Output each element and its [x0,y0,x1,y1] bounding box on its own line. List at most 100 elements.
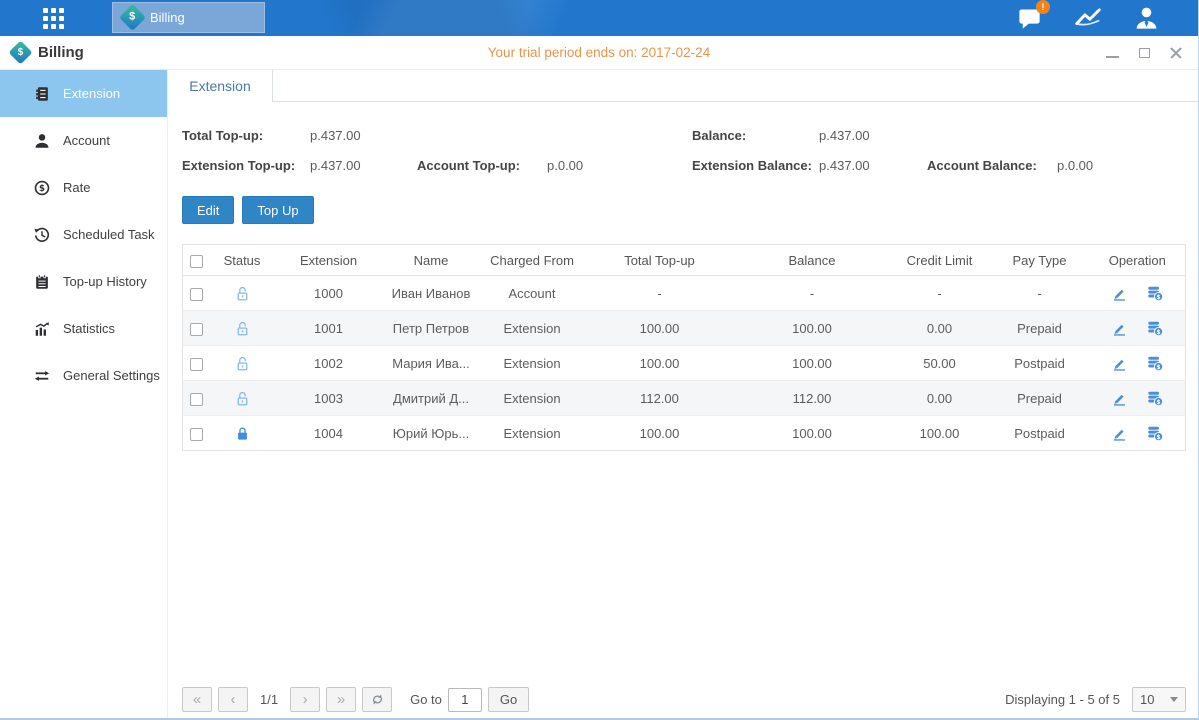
sidebar-item-extension[interactable]: Extension [0,70,167,117]
column-charged-from: Charged From [480,245,585,276]
edit-button[interactable]: Edit [182,196,234,224]
sidebar-item-label: Account [63,133,110,148]
tab-extension[interactable]: Extension [168,70,273,102]
sidebar-item-scheduled-task[interactable]: Scheduled Task [0,211,167,258]
scheduled-task-icon [33,226,51,244]
top-up-row-icon[interactable]: $ [1146,424,1164,442]
column-name: Name [383,245,480,276]
topbar: $ Billing ! [0,0,1198,36]
edit-row-icon[interactable] [1111,320,1128,337]
extension-balance-label: Extension Balance: [692,158,819,173]
account-balance-value: p.0.00 [1057,158,1186,173]
column-status: Status [210,245,275,276]
goto-page-input[interactable] [448,688,482,712]
sidebar-item-general-settings[interactable]: General Settings [0,352,167,399]
extension-icon [33,85,51,103]
cell-balance: - [735,276,890,311]
cell-name: Мария Ива... [383,346,480,381]
sidebar-item-statistics[interactable]: Statistics [0,305,167,352]
cell-pay-type: Postpaid [990,416,1090,451]
page-size-select[interactable]: 10 [1132,687,1186,712]
cell-total-topup: 100.00 [585,346,735,381]
sidebar-item-label: Extension [63,86,120,101]
sidebar-item-topup-history[interactable]: Top-up History [0,258,167,305]
cell-charged-from: Extension [480,416,585,451]
column-pay-type: Pay Type [990,245,1090,276]
next-page-button[interactable]: › [290,687,320,712]
sidebar-item-account[interactable]: Account [0,117,167,164]
status-lock-icon[interactable] [234,390,251,407]
cell-balance: 100.00 [735,346,890,381]
billing-app-icon: $ [119,4,146,31]
edit-row-icon[interactable] [1111,390,1128,407]
account-icon [33,132,51,150]
first-page-button[interactable]: « [182,687,212,712]
tab-bar-filler [273,70,1199,102]
sidebar-item-rate[interactable]: $ Rate [0,164,167,211]
cell-charged-from: Extension [480,381,585,416]
edit-row-icon[interactable] [1111,425,1128,442]
taskbar-billing-tab[interactable]: $ Billing [112,2,265,33]
cell-extension: 1002 [275,346,383,381]
edit-row-icon[interactable] [1111,285,1128,302]
main-panel: Extension Total Top-up: p.437.00 Balance… [168,70,1199,719]
top-up-button[interactable]: Top Up [242,196,313,224]
prev-page-button[interactable]: ‹ [218,687,248,712]
toolbar: Edit Top Up [182,196,1186,224]
notifications-button[interactable]: ! [1016,5,1043,32]
table-row: 1002 Мария Ива... Extension 100.00 100.0… [183,346,1186,381]
cell-extension: 1004 [275,416,383,451]
minimize-button[interactable] [1102,43,1122,63]
app-grid-icon [43,8,64,29]
balance-value: p.437.00 [819,128,927,143]
status-lock-icon[interactable] [234,355,251,372]
tab-content: Total Top-up: p.437.00 Balance: p.437.00… [168,102,1199,719]
column-extension: Extension [275,245,383,276]
trial-message: Your trial period ends on: 2017-02-24 [488,45,710,60]
row-checkbox[interactable] [190,358,203,371]
go-button[interactable]: Go [488,687,529,712]
refresh-button[interactable] [362,687,392,712]
maximize-button[interactable] [1134,43,1154,63]
sidebar: Extension Account $ Rate Scheduled Task … [0,70,168,719]
displaying-text: Displaying 1 - 5 of 5 [1005,692,1120,707]
edit-row-icon[interactable] [1111,355,1128,372]
top-up-row-icon[interactable]: $ [1146,319,1164,337]
status-lock-icon[interactable] [234,285,251,302]
select-all-checkbox[interactable] [190,255,203,268]
cell-name: Иван Иванов [383,276,480,311]
cell-credit-limit: - [890,276,990,311]
account-topup-value: p.0.00 [547,158,692,173]
sidebar-item-label: General Settings [63,368,160,383]
last-page-button[interactable]: » [326,687,356,712]
close-button[interactable] [1166,43,1186,63]
monitor-button[interactable] [1073,3,1103,33]
pagination-bar: « ‹ 1/1 › » Go to Go Displaying 1 - 5 of… [182,687,1186,712]
row-checkbox[interactable] [190,393,203,406]
cell-credit-limit: 100.00 [890,416,990,451]
top-up-row-icon[interactable]: $ [1146,284,1164,302]
svg-text:$: $ [1156,435,1160,441]
row-checkbox[interactable] [190,288,203,301]
person-icon [1133,5,1160,32]
cell-credit-limit: 50.00 [890,346,990,381]
cell-total-topup: - [585,276,735,311]
total-topup-value: p.437.00 [310,128,417,143]
row-checkbox[interactable] [190,323,203,336]
sidebar-item-label: Statistics [63,321,115,336]
taskbar-tab-label: Billing [150,10,185,25]
user-account-button[interactable] [1133,5,1160,32]
status-lock-icon[interactable] [234,320,251,337]
top-up-row-icon[interactable]: $ [1146,354,1164,372]
cell-name: Юрий Юрь... [383,416,480,451]
table-row: 1003 Дмитрий Д... Extension 112.00 112.0… [183,381,1186,416]
svg-text:$: $ [1156,295,1160,301]
cell-pay-type: - [990,276,1090,311]
top-up-row-icon[interactable]: $ [1146,389,1164,407]
column-total-topup: Total Top-up [585,245,735,276]
app-launcher-button[interactable] [33,0,73,36]
row-checkbox[interactable] [190,428,203,441]
extension-topup-label: Extension Top-up: [182,158,310,173]
status-lock-icon[interactable] [234,425,251,442]
account-balance-label: Account Balance: [927,158,1057,173]
